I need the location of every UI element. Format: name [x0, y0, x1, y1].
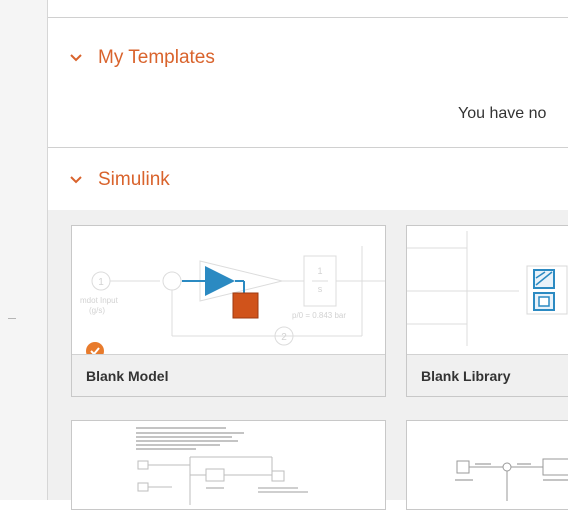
blank-library-thumbnail	[407, 226, 568, 354]
chevron-down-icon	[48, 176, 92, 184]
gain-block-icon	[205, 266, 235, 296]
section-simulink[interactable]: Simulink	[48, 160, 568, 200]
subsystem-block-icon	[232, 292, 259, 319]
inport-label-1: mdot Input	[80, 296, 119, 305]
template-card-blank-library[interactable]: Blank Library	[406, 225, 568, 397]
section-divider	[48, 147, 568, 148]
rail-tick	[8, 318, 16, 319]
inport-number: 1	[98, 277, 104, 288]
outport-number: 2	[281, 332, 287, 343]
empty-templates-message: You have no	[458, 105, 547, 122]
left-rail	[0, 0, 48, 500]
section-title: Simulink	[98, 169, 170, 190]
template-card-example-model[interactable]	[71, 420, 386, 510]
chevron-down-icon	[48, 54, 92, 62]
template-title: Blank Model	[72, 354, 385, 396]
section-my-templates[interactable]: My Templates	[48, 38, 568, 78]
feedback-control-thumbnail	[455, 458, 568, 501]
integrator-den: s	[318, 284, 323, 294]
template-card-feedback-control[interactable]	[406, 420, 568, 510]
template-title: Blank Library	[407, 354, 568, 396]
top-divider	[48, 17, 568, 18]
rho-label: p/0 = 0.843 bar	[292, 311, 346, 320]
template-card-blank-model[interactable]: 1 mdot Input (g/s) 1 s p/0 = 0.843 bar 2…	[71, 225, 386, 397]
inport-label-2: (g/s)	[89, 306, 105, 315]
blank-model-thumbnail: 1 mdot Input (g/s) 1 s p/0 = 0.843 bar 2	[72, 226, 385, 354]
example-model-thumbnail	[136, 427, 308, 505]
integrator-num: 1	[317, 266, 322, 276]
template-gallery: My Templates You have no Simulink 1 mdot…	[48, 0, 568, 510]
section-title: My Templates	[98, 47, 215, 68]
